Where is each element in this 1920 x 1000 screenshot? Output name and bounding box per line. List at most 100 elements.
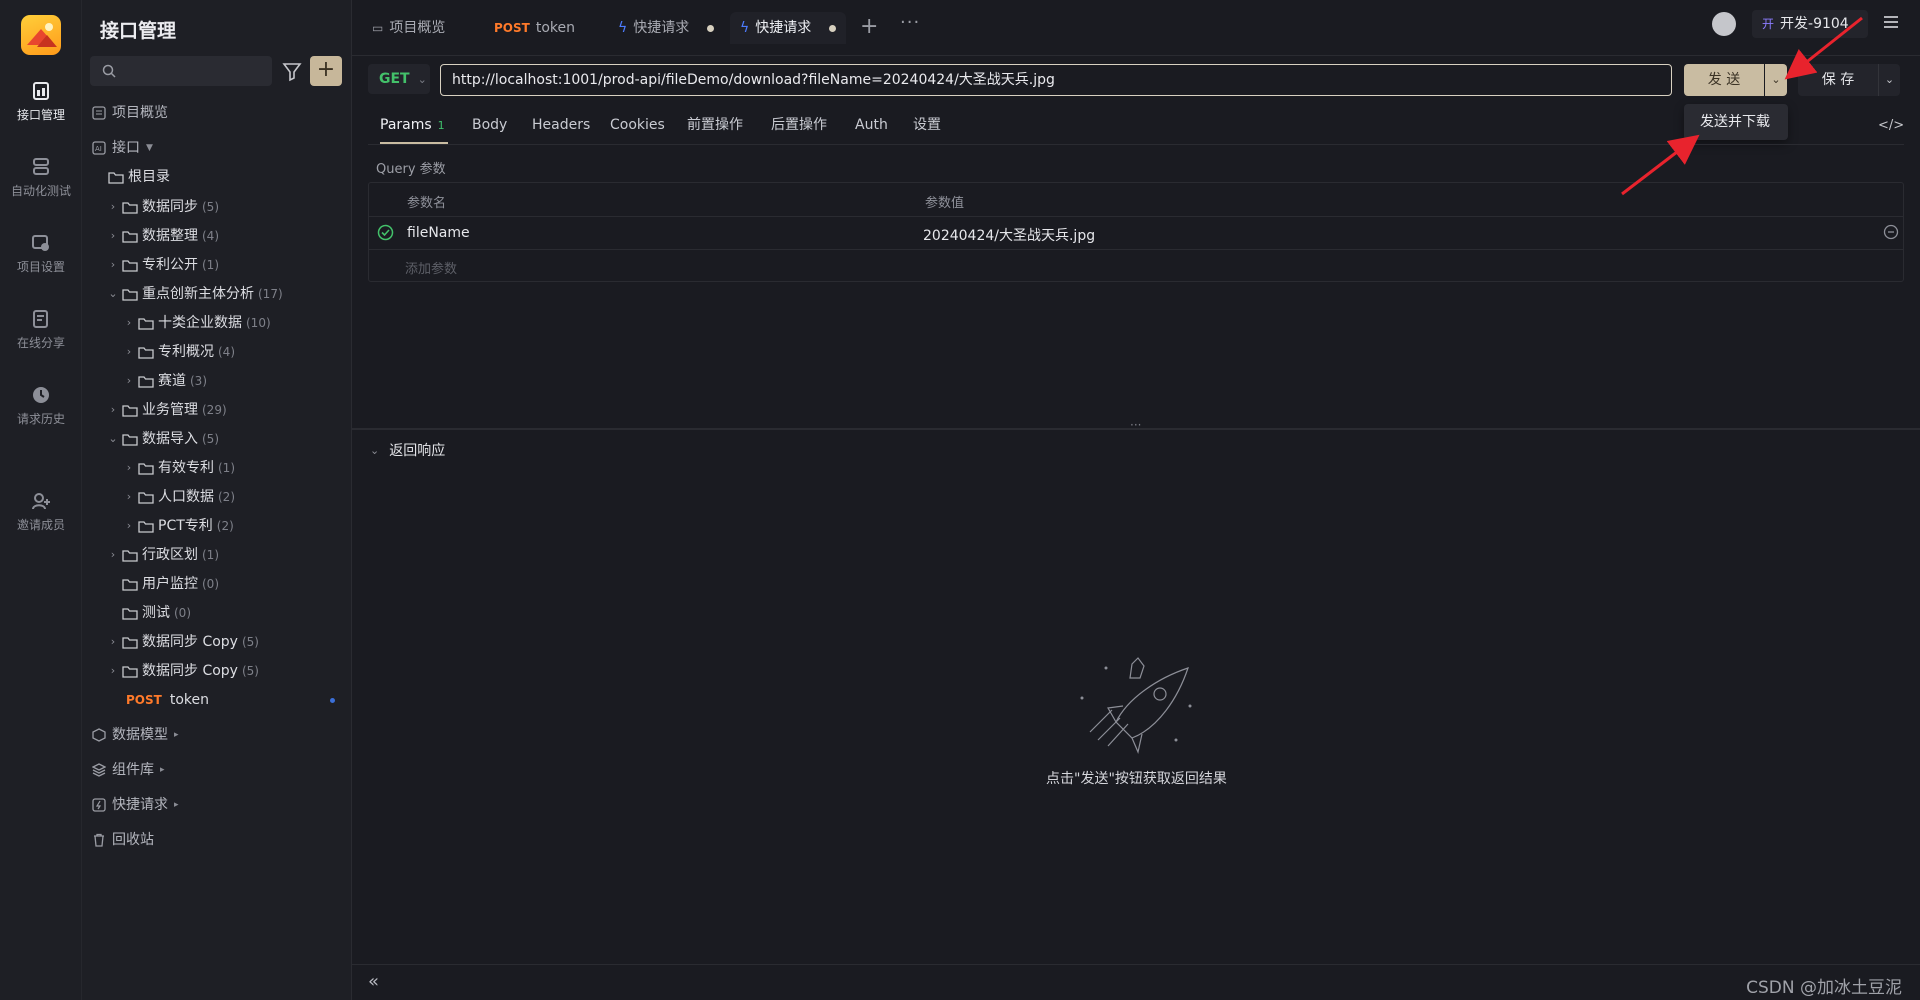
tree-folder[interactable]: › 数据同步 (5) bbox=[106, 194, 219, 220]
chevron-right-icon[interactable]: › bbox=[106, 252, 120, 278]
chevron-right-icon[interactable]: › bbox=[122, 484, 136, 510]
subtab-body[interactable]: Body bbox=[472, 108, 507, 144]
url-input[interactable]: http://localhost:1001/prod-api/fileDemo/… bbox=[440, 64, 1672, 96]
save-button[interactable]: 保 存 bbox=[1798, 64, 1878, 96]
tree-folder[interactable]: › 有效专利 (1) bbox=[122, 455, 235, 481]
subtab-label: Auth bbox=[855, 117, 888, 133]
drag-handle-icon[interactable]: ··· bbox=[1130, 418, 1141, 432]
response-header[interactable]: ⌄ 返回响应 bbox=[370, 440, 445, 460]
chevron-right-icon[interactable]: › bbox=[106, 658, 120, 684]
chevron-right-icon[interactable]: › bbox=[122, 513, 136, 539]
tree-folder[interactable]: 测试 (0) bbox=[120, 600, 191, 626]
environment-select[interactable]: 开开发-9104 bbox=[1752, 10, 1868, 38]
more-icon[interactable]: ··· bbox=[900, 12, 920, 33]
subtab-label: 前置操作 bbox=[687, 117, 743, 133]
add-button[interactable]: + bbox=[310, 56, 342, 86]
tree-folder[interactable]: › 专利概况 (4) bbox=[122, 339, 235, 365]
code-icon[interactable]: </> bbox=[1878, 118, 1904, 133]
tree-folder[interactable]: › PCT专利 (2) bbox=[122, 513, 234, 539]
folder-icon bbox=[122, 289, 138, 301]
chevron-right-icon[interactable]: › bbox=[106, 397, 120, 423]
chevron-right-icon[interactable]: › bbox=[122, 455, 136, 481]
subtab-settings[interactable]: 设置 bbox=[913, 108, 941, 144]
filter-icon[interactable] bbox=[280, 58, 304, 84]
check-circle-icon[interactable] bbox=[377, 224, 394, 241]
tab-quick-request-active[interactable]: ϟ 快捷请求 bbox=[730, 12, 847, 44]
tab-token[interactable]: POST token bbox=[484, 12, 585, 44]
tree-item-token[interactable]: POST token bbox=[126, 687, 209, 713]
tree-folder[interactable]: 用户监控 (0) bbox=[120, 571, 219, 597]
nav-overview[interactable]: 项目概览 bbox=[92, 100, 168, 126]
param-name-input[interactable]: fileName bbox=[407, 225, 470, 241]
send-button[interactable]: 发 送 bbox=[1684, 64, 1764, 96]
svg-text:AI: AI bbox=[95, 145, 102, 153]
add-param-input[interactable]: 添加参数 bbox=[405, 258, 457, 277]
tree-folder[interactable]: › 赛道 (3) bbox=[122, 368, 207, 394]
tree-folder-root[interactable]: 根目录 bbox=[106, 164, 170, 190]
nav-data-model[interactable]: 数据模型 ▸ bbox=[92, 722, 179, 748]
nav-recycle[interactable]: 回收站 bbox=[92, 827, 154, 853]
tree-label: 业务管理 bbox=[142, 402, 198, 418]
chevron-right-icon[interactable]: › bbox=[122, 310, 136, 336]
tree-label: token bbox=[169, 692, 209, 708]
tree-label: 专利概况 bbox=[158, 344, 214, 360]
tree-folder[interactable]: › 行政区划 (1) bbox=[106, 542, 219, 568]
add-tab-icon[interactable]: + bbox=[860, 14, 878, 39]
folder-icon bbox=[122, 550, 138, 562]
collapse-sidebar-icon[interactable]: « bbox=[368, 971, 379, 992]
bolt-icon: ϟ bbox=[740, 20, 750, 36]
tree-folder[interactable]: ⌄ 数据导入 (5) bbox=[106, 426, 219, 452]
search-input[interactable] bbox=[90, 56, 272, 86]
subtab-params[interactable]: Params 1 bbox=[380, 108, 448, 144]
chevron-down-icon[interactable]: ⌄ bbox=[106, 426, 120, 452]
save-dropdown-button[interactable]: ⌄ bbox=[1878, 64, 1900, 96]
subtab-post-ops[interactable]: 后置操作 bbox=[771, 108, 827, 144]
chevron-right-icon[interactable]: › bbox=[106, 194, 120, 220]
sync-icon[interactable] bbox=[1712, 12, 1736, 36]
chevron-down-icon[interactable]: ⌄ bbox=[106, 281, 120, 307]
method-select[interactable]: GET ⌄ bbox=[368, 64, 430, 94]
nav-api[interactable]: AI 接口 ▼ bbox=[92, 135, 153, 161]
subtab-label: 设置 bbox=[913, 117, 941, 133]
folder-icon bbox=[122, 579, 138, 591]
tree-folder[interactable]: › 数据同步 Copy (5) bbox=[106, 658, 259, 684]
folder-icon bbox=[108, 172, 124, 184]
subtab-auth[interactable]: Auth bbox=[855, 108, 888, 144]
empty-response-text: 点击"发送"按钮获取返回结果 bbox=[1046, 771, 1227, 787]
rail-item-project-settings[interactable]: 项目设置 bbox=[0, 232, 82, 275]
nav-components[interactable]: 组件库 ▸ bbox=[92, 757, 165, 783]
tab-quick-request[interactable]: ϟ 快捷请求 bbox=[608, 12, 724, 44]
tree-folder[interactable]: › 业务管理 (29) bbox=[106, 397, 227, 423]
chevron-right-icon[interactable]: › bbox=[122, 339, 136, 365]
rail-item-label: 自动化测试 bbox=[10, 184, 71, 198]
tree-folder[interactable]: › 人口数据 (2) bbox=[122, 484, 235, 510]
param-value-input[interactable]: 20240424/大圣战天兵.jpg bbox=[923, 225, 1095, 245]
tree-folder[interactable]: › 数据同步 Copy (5) bbox=[106, 629, 259, 655]
env-tag: 开 bbox=[1762, 17, 1775, 31]
subtab-cookies[interactable]: Cookies bbox=[610, 108, 665, 144]
menu-icon[interactable] bbox=[1882, 14, 1900, 30]
rail-item-auto-test[interactable]: 自动化测试 bbox=[0, 156, 82, 199]
tree-folder[interactable]: › 专利公开 (1) bbox=[106, 252, 219, 278]
nav-quick-request[interactable]: 快捷请求 ▸ bbox=[92, 792, 179, 818]
chevron-right-icon[interactable]: › bbox=[122, 368, 136, 394]
tree-folder[interactable]: › 数据整理 (4) bbox=[106, 223, 219, 249]
rail-item-api-manage[interactable]: 接口管理 bbox=[0, 80, 82, 123]
tab-overview[interactable]: ▭ 项目概览 bbox=[362, 12, 455, 44]
send-and-download-menu-item[interactable]: 发送并下载 bbox=[1684, 104, 1788, 140]
rail-item-share[interactable]: 在线分享 bbox=[0, 308, 82, 351]
chevron-right-icon[interactable]: › bbox=[106, 223, 120, 249]
tree-folder[interactable]: ⌄ 重点创新主体分析 (17) bbox=[106, 281, 282, 307]
remove-circle-icon[interactable] bbox=[1883, 224, 1899, 240]
tree-label: 赛道 bbox=[158, 373, 186, 389]
rail-item-invite[interactable]: 邀请成员 bbox=[0, 490, 82, 533]
chevron-right-icon[interactable]: › bbox=[106, 629, 120, 655]
tree-label: 根目录 bbox=[128, 169, 170, 185]
chevron-right-icon[interactable]: › bbox=[106, 542, 120, 568]
subtab-headers[interactable]: Headers bbox=[532, 108, 590, 144]
rail-item-history[interactable]: 请求历史 bbox=[0, 384, 82, 427]
tree-folder[interactable]: › 十类企业数据 (10) bbox=[122, 310, 271, 336]
subtab-pre-ops[interactable]: 前置操作 bbox=[687, 108, 743, 144]
send-dropdown-button[interactable]: ⌄ bbox=[1765, 64, 1787, 96]
params-table: 参数名 参数值 fileName 20240424/大圣战天兵.jpg 添加参数 bbox=[368, 182, 1904, 282]
